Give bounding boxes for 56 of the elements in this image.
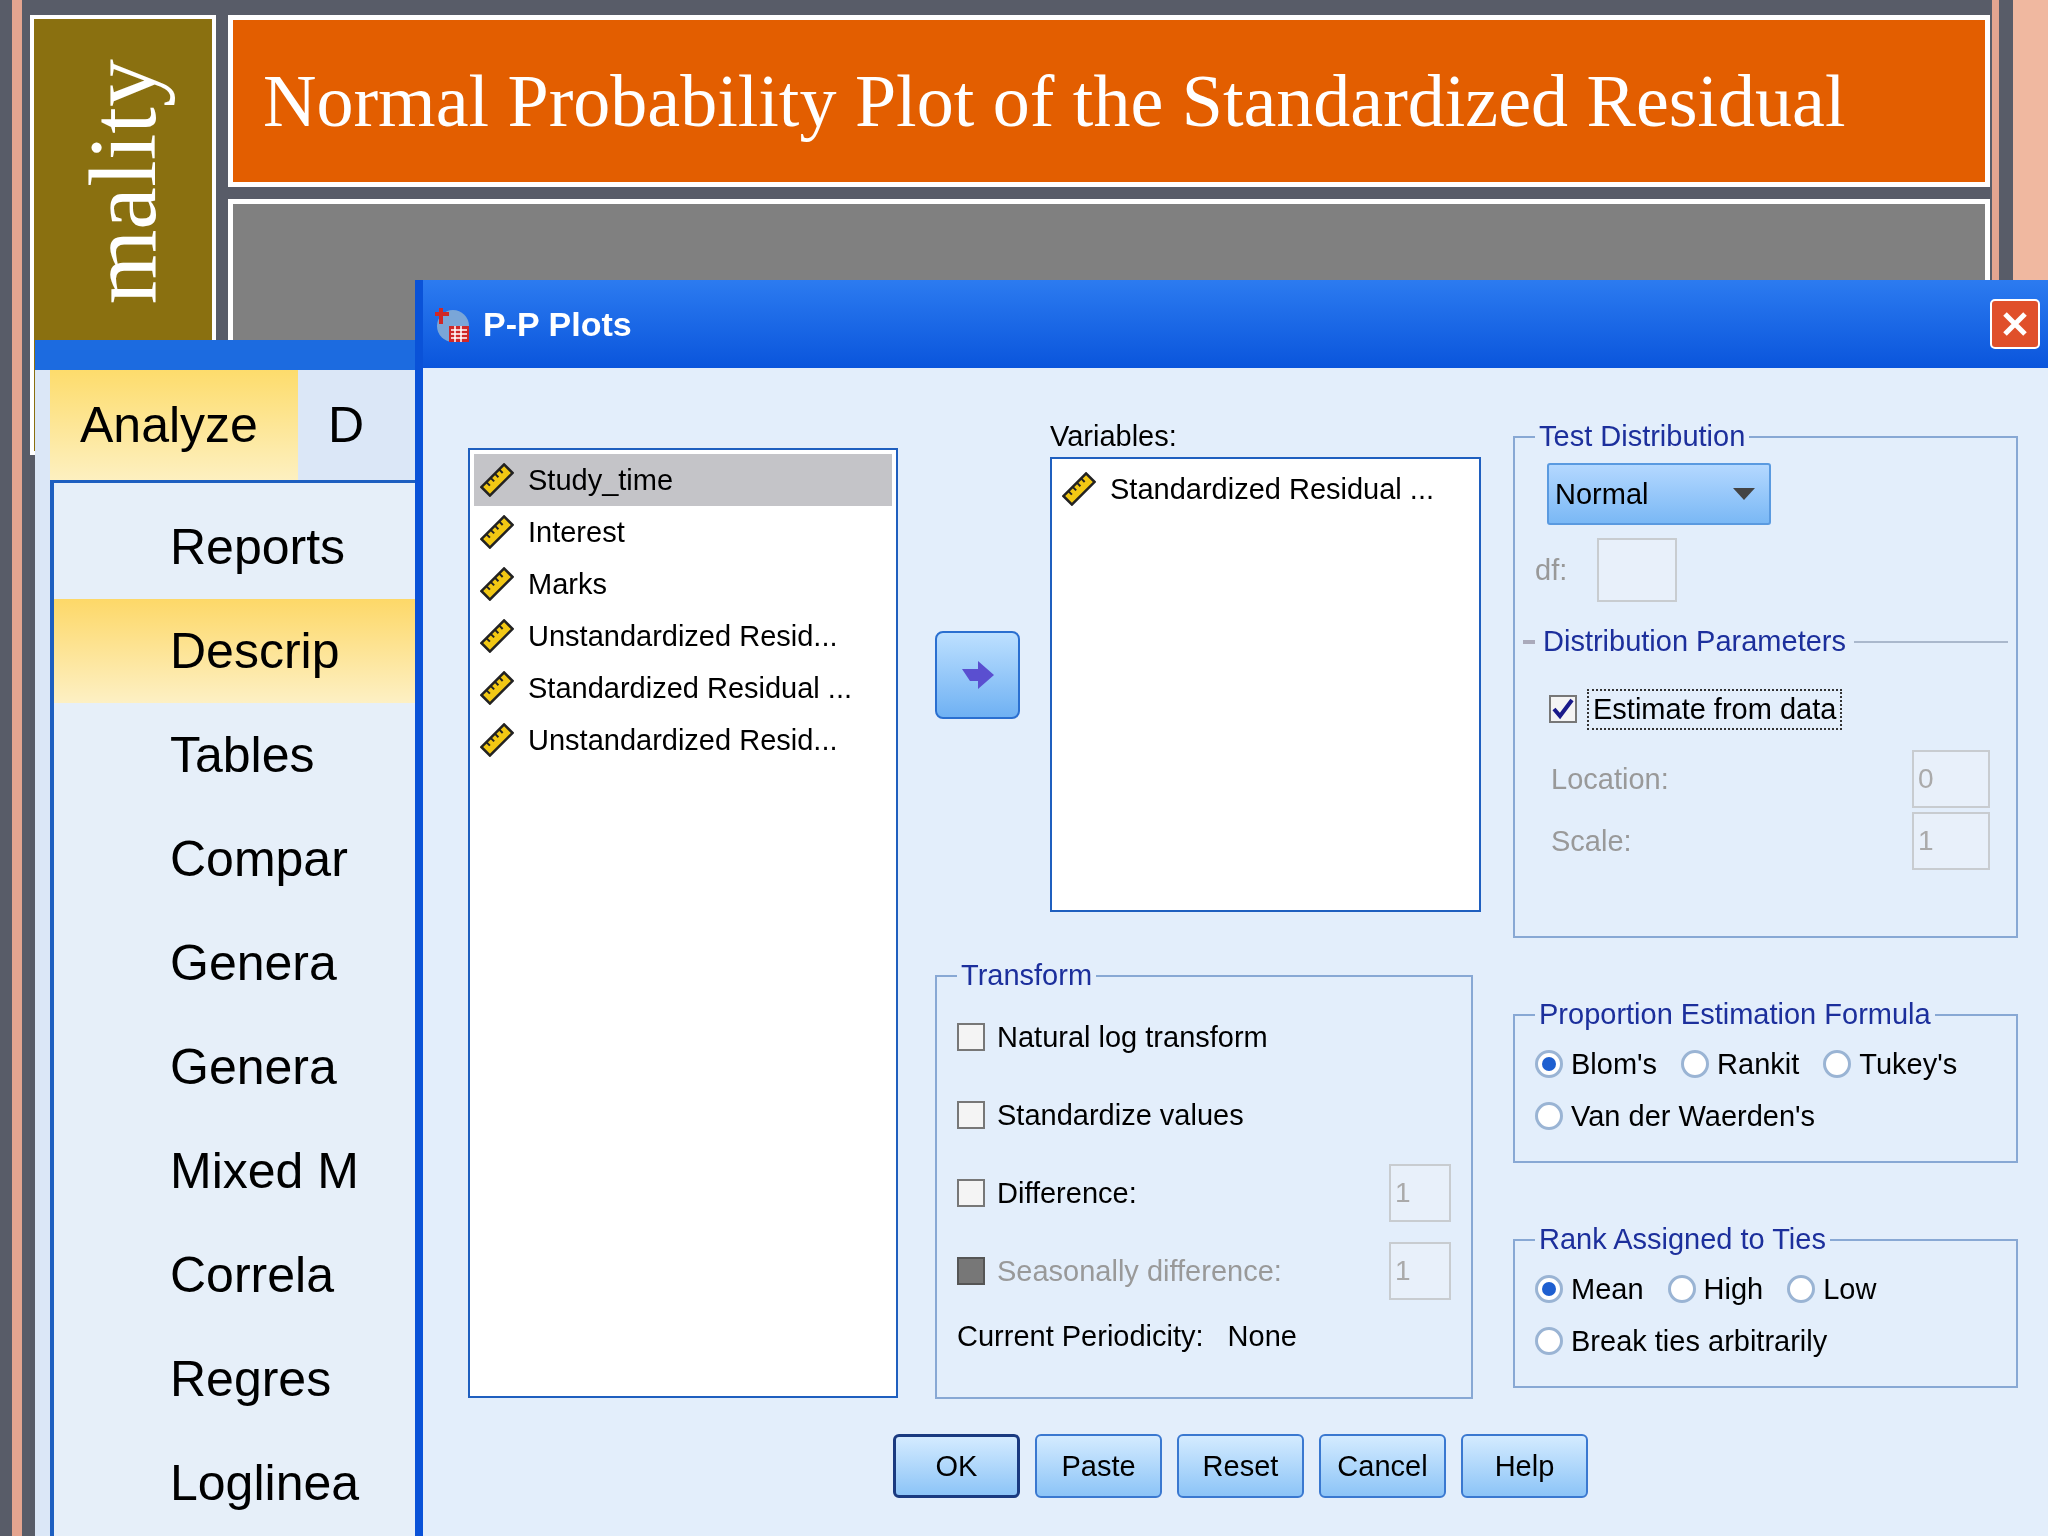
radio-button[interactable]: Break ties arbitrarily bbox=[1535, 1318, 1996, 1364]
variable-item[interactable]: Marks bbox=[474, 558, 892, 610]
menu-item[interactable]: Loglinea bbox=[54, 1431, 415, 1535]
group-title: Transform bbox=[960, 959, 1094, 992]
dialog-button[interactable]: Help bbox=[1461, 1434, 1588, 1498]
radio-button[interactable]: Low bbox=[1787, 1266, 1877, 1312]
subgroup-title: Distribution Parameters bbox=[1543, 625, 1846, 658]
menu-item[interactable]: Genera bbox=[54, 911, 415, 1015]
distribution-dropdown[interactable]: Normal bbox=[1547, 463, 1771, 525]
radio-button[interactable]: Blom's bbox=[1535, 1041, 1658, 1087]
variable-item[interactable]: Unstandardized Resid... bbox=[474, 610, 892, 662]
checkbox[interactable]: Difference: bbox=[957, 1176, 1137, 1210]
dialog-button[interactable]: OK bbox=[893, 1434, 1020, 1498]
df-label: df: bbox=[1535, 553, 1568, 587]
move-button[interactable] bbox=[935, 631, 1020, 719]
group-title: Proportion Estimation Formula bbox=[1538, 998, 1932, 1031]
checkbox[interactable]: Natural log transform bbox=[957, 1020, 1268, 1054]
variables-label: Variables: bbox=[1050, 420, 1178, 453]
periodicity-value: None bbox=[1227, 1320, 1297, 1353]
variable-item[interactable]: Standardized Residual ... bbox=[1056, 463, 1475, 515]
slide-title: Normal Probability Plot of the Standardized Residual bbox=[228, 15, 1990, 187]
variable-item[interactable]: Interest bbox=[474, 506, 892, 558]
radio-button[interactable]: High bbox=[1667, 1266, 1764, 1312]
menu-item[interactable]: Mixed M bbox=[54, 1119, 415, 1223]
group-title: Rank Assigned to Ties bbox=[1538, 1223, 1827, 1256]
parameter-label: Location: bbox=[1551, 762, 1669, 796]
menu-item[interactable]: Compar bbox=[54, 807, 415, 911]
dialog-title: P-P Plots bbox=[483, 304, 632, 344]
group-title: Test Distribution bbox=[1538, 420, 1747, 453]
df-field[interactable] bbox=[1597, 538, 1678, 602]
radio-button[interactable]: Van der Waerden's bbox=[1535, 1093, 1996, 1139]
menu-item[interactable]: Reports bbox=[54, 495, 415, 599]
dialog-button[interactable]: Paste bbox=[1035, 1434, 1162, 1498]
radio-button[interactable]: Mean bbox=[1535, 1266, 1644, 1312]
checkbox[interactable]: Estimate from data bbox=[1549, 690, 1841, 728]
variable-item[interactable]: Unstandardized Resid... bbox=[474, 714, 892, 766]
checkmark-icon bbox=[1551, 697, 1575, 721]
periodicity-label: Current Periodicity: bbox=[957, 1320, 1204, 1353]
caret-icon bbox=[1733, 488, 1755, 500]
menu-item[interactable]: Tables bbox=[54, 703, 415, 807]
menu-item[interactable]: Regres bbox=[54, 1327, 415, 1431]
checkbox[interactable]: Standardize values bbox=[957, 1098, 1244, 1132]
parameter-label: Scale: bbox=[1551, 824, 1632, 858]
radio-button[interactable]: Rankit bbox=[1681, 1041, 1800, 1087]
radio-button[interactable]: Tukey's bbox=[1823, 1041, 1958, 1087]
close-button[interactable] bbox=[1990, 299, 2040, 349]
variable-item[interactable]: Study_time bbox=[474, 454, 892, 506]
menu-item[interactable]: Descrip bbox=[54, 599, 415, 703]
menu-bar-item[interactable]: D bbox=[297, 370, 404, 480]
dialog-button[interactable]: Cancel bbox=[1319, 1434, 1446, 1498]
menu-item[interactable]: Genera bbox=[54, 1015, 415, 1119]
menu-bar-item[interactable]: Analyze bbox=[50, 370, 298, 480]
arrow-icon bbox=[959, 659, 996, 691]
menu-item[interactable]: Correla bbox=[54, 1223, 415, 1327]
variable-item[interactable]: Standardized Residual ... bbox=[474, 662, 892, 714]
dialog-button[interactable]: Reset bbox=[1177, 1434, 1304, 1498]
